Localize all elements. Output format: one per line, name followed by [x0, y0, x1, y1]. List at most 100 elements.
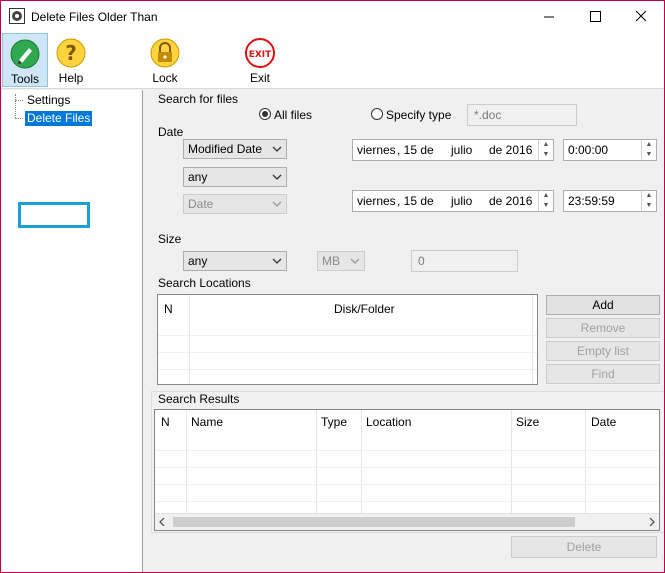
spin-up-icon: ▲	[645, 141, 653, 148]
date-from-month: julio	[451, 143, 473, 157]
date-to-spinner[interactable]: ▲ ▼	[538, 191, 553, 211]
scroll-left-icon[interactable]	[158, 518, 166, 526]
table-row	[155, 467, 659, 468]
search-for-files-label: Search for files	[158, 92, 239, 106]
file-type-input[interactable]: *.doc	[467, 104, 577, 126]
size-label: Size	[158, 232, 182, 246]
spin-down-icon: ▼	[645, 202, 653, 209]
column-header-disk-folder: Disk/Folder	[334, 302, 395, 316]
column-header-n: N	[161, 415, 170, 429]
navigation-tree: Settings Delete Files	[2, 90, 143, 572]
size-unit-select[interactable]: MB	[317, 251, 365, 271]
close-icon	[635, 10, 647, 22]
exit-button[interactable]: EXIT Exit	[237, 33, 283, 87]
column-header-location: Location	[366, 415, 412, 429]
exit-icon: EXIT	[245, 38, 275, 68]
minimize-icon	[544, 16, 554, 18]
search-locations-label: Search Locations	[158, 276, 251, 290]
time-to-value: 23:59:59	[568, 194, 615, 208]
table-row	[158, 335, 537, 336]
time-to-picker[interactable]: 23:59:59 ▲ ▼	[563, 190, 657, 212]
app-window: Delete Files Older Than Tools ? Help Loc…	[0, 0, 665, 573]
title-bar: Delete Files Older Than	[1, 1, 664, 32]
time-from-picker[interactable]: 0:00:00 ▲ ▼	[563, 139, 657, 161]
add-button[interactable]: Add	[546, 295, 660, 315]
search-results-grid[interactable]: N Name Type Location Size Date	[154, 409, 660, 531]
specify-type-label: Specify type	[386, 108, 452, 122]
horizontal-scrollbar[interactable]	[155, 513, 659, 530]
specify-type-radio[interactable]	[371, 108, 383, 120]
time-from-spinner[interactable]: ▲ ▼	[641, 140, 656, 160]
chevron-down-icon	[272, 146, 282, 152]
tree-item-settings[interactable]: Settings	[25, 93, 72, 108]
grid-column-divider	[186, 410, 187, 530]
lock-button[interactable]: Lock	[142, 33, 188, 87]
scrollbar-thumb[interactable]	[173, 517, 575, 527]
size-range-select[interactable]: any	[183, 251, 287, 271]
date-to-year: de 2016	[489, 194, 533, 208]
close-button[interactable]	[618, 1, 664, 32]
delete-button[interactable]: Delete	[511, 536, 657, 558]
date-from-spinner[interactable]: ▲ ▼	[538, 140, 553, 160]
date-to-weekday: viernes	[357, 194, 396, 208]
size-range-value: any	[188, 254, 208, 268]
all-files-radio[interactable]	[259, 108, 271, 120]
grid-column-divider	[532, 295, 533, 384]
spin-up-icon: ▲	[645, 192, 653, 199]
maximize-button[interactable]	[572, 1, 618, 32]
date-from-picker[interactable]: viernes , 15 de julio de 2016 ▲ ▼	[352, 139, 554, 161]
exit-label: Exit	[249, 71, 270, 85]
time-to-spinner[interactable]: ▲ ▼	[641, 191, 656, 211]
date-unit-select[interactable]: Date	[183, 194, 287, 214]
tools-label: Tools	[10, 72, 39, 86]
size-value-input[interactable]: 0	[411, 250, 518, 272]
maximize-icon	[590, 11, 601, 22]
lock-icon	[150, 38, 180, 68]
chevron-down-icon	[272, 258, 282, 264]
help-icon: ?	[56, 38, 86, 68]
exit-icon-text: EXIT	[249, 50, 272, 60]
column-header-n: N	[164, 302, 173, 316]
date-mode-select[interactable]: Modified Date	[183, 139, 287, 159]
remove-button[interactable]: Remove	[546, 318, 660, 338]
spin-down-icon: ▼	[542, 202, 550, 209]
grid-column-divider	[511, 410, 512, 530]
column-header-date: Date	[591, 415, 617, 429]
date-from-day: , 15 de	[397, 143, 434, 157]
date-range-select[interactable]: any	[183, 167, 287, 187]
spin-up-icon: ▲	[542, 192, 550, 199]
table-row	[155, 501, 659, 502]
minimize-button[interactable]	[526, 1, 572, 32]
time-from-value: 0:00:00	[568, 143, 609, 157]
empty-list-button[interactable]: Empty list	[546, 341, 660, 361]
date-from-weekday: viernes	[357, 143, 396, 157]
spin-down-icon: ▼	[645, 151, 653, 158]
tools-button[interactable]: Tools	[2, 33, 48, 87]
date-range-value: any	[188, 170, 208, 184]
help-label: Help	[58, 71, 84, 85]
tree-connector	[15, 94, 16, 118]
highlight-box	[18, 202, 90, 228]
column-header-name: Name	[191, 415, 224, 429]
date-to-picker[interactable]: viernes , 15 de julio de 2016 ▲ ▼	[352, 190, 554, 212]
size-unit-value: MB	[322, 254, 340, 268]
date-from-year: de 2016	[489, 143, 533, 157]
search-locations-grid[interactable]: N Disk/Folder	[157, 294, 538, 385]
date-mode-value: Modified Date	[188, 142, 263, 156]
grid-column-divider	[189, 295, 190, 384]
app-icon	[9, 8, 25, 24]
spin-down-icon: ▼	[542, 151, 550, 158]
column-header-size: Size	[516, 415, 540, 429]
table-row	[158, 369, 537, 370]
find-button[interactable]: Find	[546, 364, 660, 384]
grid-column-divider	[361, 410, 362, 530]
date-label: Date	[158, 125, 184, 139]
date-unit-value: Date	[188, 197, 214, 211]
help-button[interactable]: ? Help	[49, 33, 93, 87]
tree-item-delete-files[interactable]: Delete Files	[25, 111, 93, 126]
scroll-right-icon[interactable]	[648, 518, 656, 526]
date-to-month: julio	[451, 194, 473, 208]
svg-text:?: ?	[65, 41, 77, 65]
grid-column-divider	[316, 410, 317, 530]
spin-up-icon: ▲	[542, 141, 550, 148]
